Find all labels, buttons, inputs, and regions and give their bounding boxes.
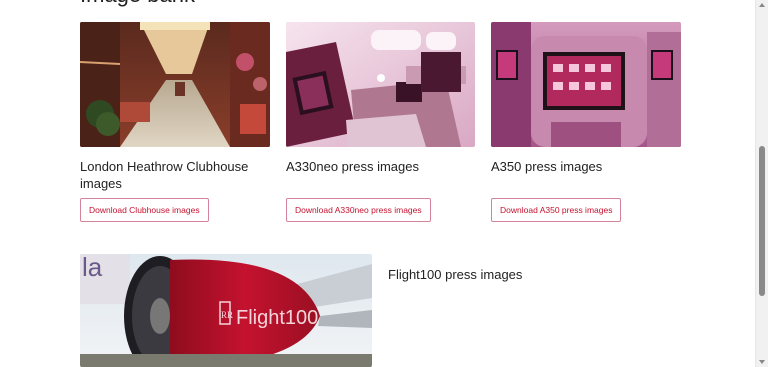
section-title: Image bank (80, 0, 195, 8)
card-title-clubhouse: London Heathrow Clubhouse images (80, 159, 249, 191)
scroll-up-arrow-icon[interactable] (759, 3, 765, 7)
engine-flight100-text: Flight100 (236, 307, 318, 329)
download-a350-button[interactable]: Download A350 press images (491, 198, 622, 222)
card-title-a350: A350 press images (491, 159, 603, 174)
scroll-thumb[interactable] (759, 146, 765, 296)
card-title-flight100: Flight100 press images (388, 267, 523, 282)
clubhouse-image[interactable] (80, 22, 270, 147)
flight100-image[interactable]: la RR Flight100 (80, 254, 372, 367)
a350-image[interactable] (491, 22, 681, 147)
download-clubhouse-button[interactable]: Download Clubhouse images (80, 198, 209, 222)
a330neo-image[interactable] (286, 22, 475, 147)
card-title-a330neo: A330neo press images (286, 159, 419, 174)
vertical-scrollbar[interactable] (755, 0, 768, 367)
scroll-down-arrow-icon[interactable] (759, 360, 765, 364)
engine-logo-text: RR (221, 310, 233, 320)
download-a330neo-button[interactable]: Download A330neo press images (286, 198, 431, 222)
svg-text:la: la (82, 254, 103, 282)
